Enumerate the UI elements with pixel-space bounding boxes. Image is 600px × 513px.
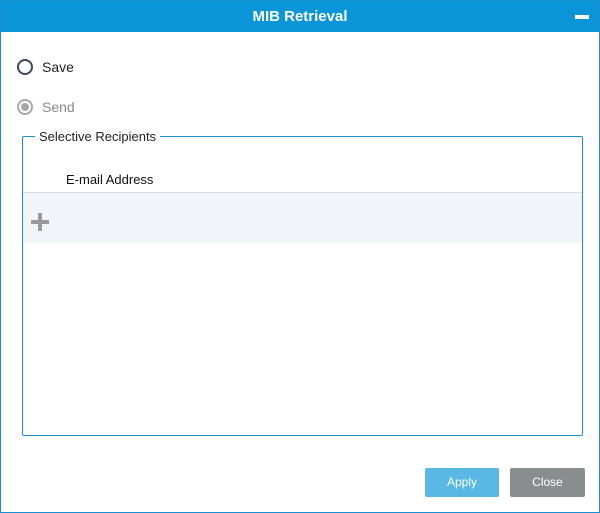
save-radio[interactable] [17,59,33,75]
email-address-column-header: E-mail Address [66,172,154,187]
selective-recipients-group: Selective Recipients E-mail Address [22,129,583,436]
selective-recipients-legend: Selective Recipients [39,129,157,144]
add-recipient-row [23,193,582,243]
titlebar: MIB Retrieval [1,1,599,32]
dialog-title: MIB Retrieval [252,8,348,25]
send-radio [17,99,33,115]
close-button[interactable]: Close [510,468,585,497]
minimize-icon[interactable] [575,15,589,19]
apply-button[interactable]: Apply [425,468,499,497]
send-label: Send [42,99,75,115]
save-option[interactable]: Save [17,57,74,77]
mib-retrieval-dialog: MIB Retrieval Save Send Selective Recipi… [0,0,600,513]
save-label: Save [42,59,74,75]
send-option: Send [17,97,75,117]
plus-icon[interactable] [31,213,49,231]
